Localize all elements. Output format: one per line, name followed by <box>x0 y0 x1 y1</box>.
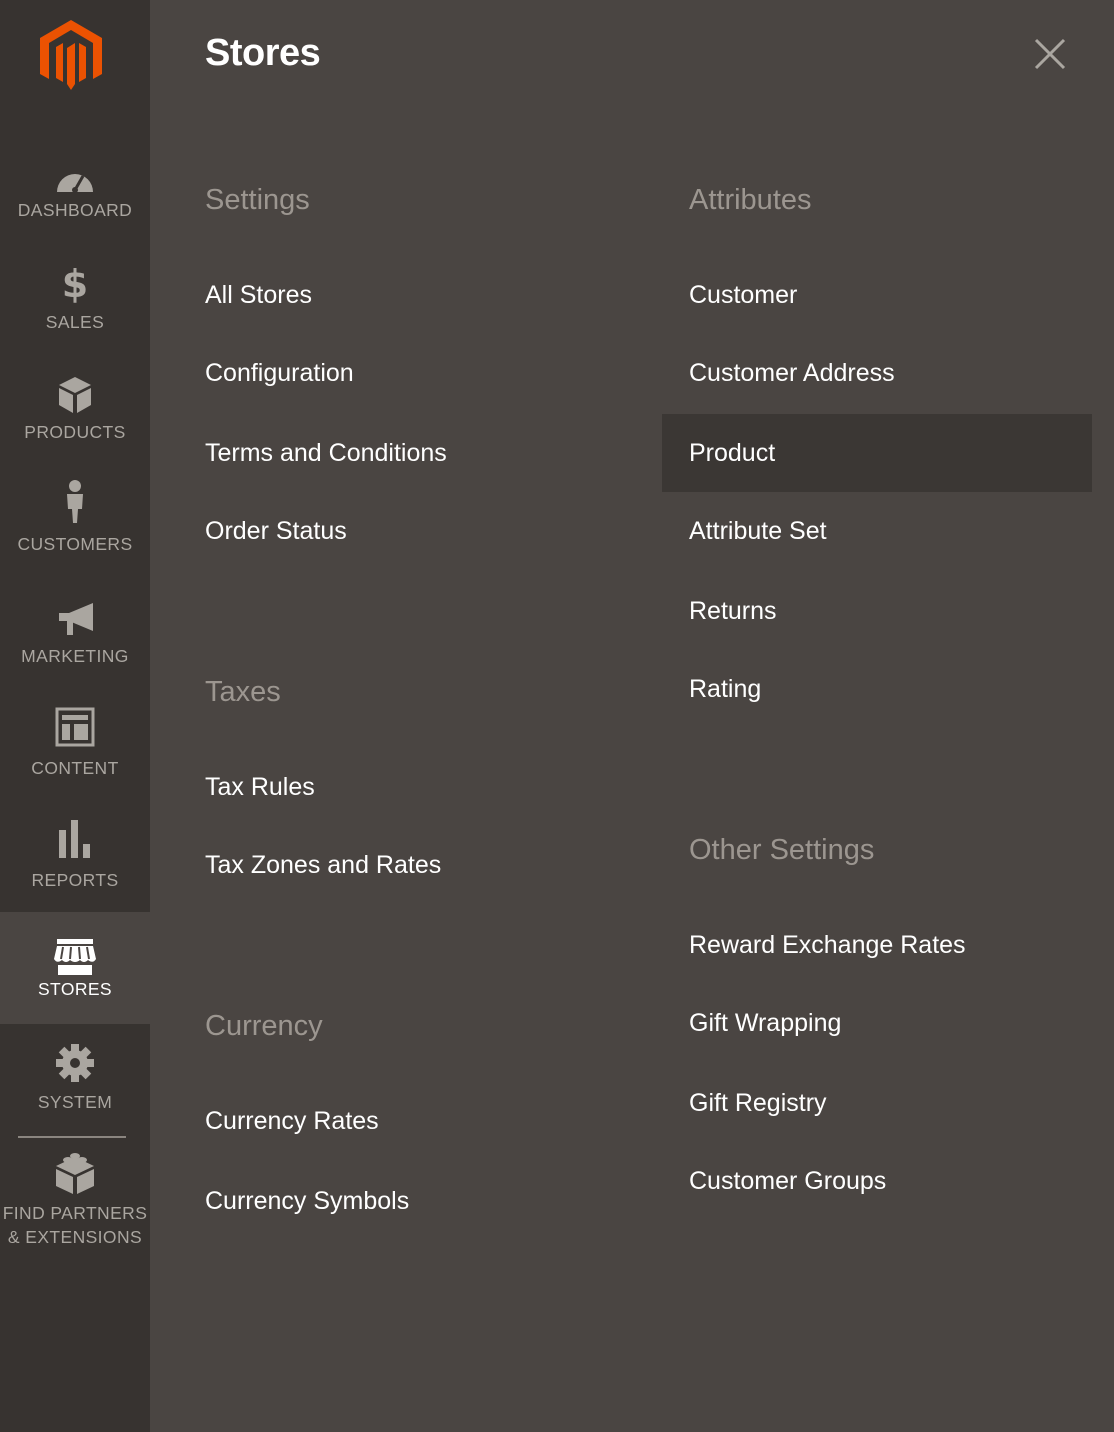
nav-marketing-label: MARKETING <box>21 646 129 666</box>
menu-link-reward-exchange-rates[interactable]: Reward Exchange Rates <box>689 930 966 960</box>
speedometer-icon <box>53 158 97 200</box>
nav-reports-label: REPORTS <box>31 870 119 890</box>
admin-sidebar: DASHBOARD $ SALES PRODUCTS CUSTOMERS MAR… <box>0 0 150 1432</box>
magento-logo[interactable] <box>38 18 104 92</box>
storefront-icon <box>53 936 97 978</box>
menu-link-configuration[interactable]: Configuration <box>205 358 354 388</box>
menu-link-currency-symbols[interactable]: Currency Symbols <box>205 1186 409 1216</box>
menu-link-attribute-set[interactable]: Attribute Set <box>689 516 827 546</box>
nav-stores[interactable]: STORES <box>0 912 150 1024</box>
nav-dashboard[interactable]: DASHBOARD <box>0 150 150 262</box>
nav-sales[interactable]: $ SALES <box>0 262 150 374</box>
menu-link-customer[interactable]: Customer <box>689 280 797 310</box>
group-title-attributes: Attributes <box>689 184 812 216</box>
menu-link-order-status[interactable]: Order Status <box>205 516 347 546</box>
menu-link-product[interactable]: Product <box>689 438 775 468</box>
nav-stores-label: STORES <box>37 979 113 999</box>
nav-products[interactable]: PRODUCTS <box>0 374 150 486</box>
megaphone-icon <box>53 598 97 640</box>
gear-icon <box>53 1042 97 1084</box>
menu-link-tax-rules[interactable]: Tax Rules <box>205 772 315 802</box>
nav-customers-label: CUSTOMERS <box>17 534 133 554</box>
menu-link-all-stores[interactable]: All Stores <box>205 280 312 310</box>
close-icon[interactable] <box>1030 34 1070 74</box>
nav-customers[interactable]: CUSTOMERS <box>0 480 150 592</box>
sidebar-divider <box>18 1136 126 1138</box>
dollar-icon: $ <box>53 262 97 304</box>
group-title-currency: Currency <box>205 1010 323 1042</box>
nav-marketing[interactable]: MARKETING <box>0 598 150 710</box>
nav-sales-label: SALES <box>45 312 105 332</box>
menu-link-terms-and-conditions[interactable]: Terms and Conditions <box>205 438 447 468</box>
menu-link-rating[interactable]: Rating <box>689 674 761 704</box>
nav-products-label: PRODUCTS <box>24 422 126 442</box>
group-title-other-settings: Other Settings <box>689 834 875 866</box>
blocks-icon <box>53 1152 97 1194</box>
layout-icon <box>53 706 97 748</box>
nav-content-label: CONTENT <box>31 758 119 778</box>
menu-link-tax-zones-and-rates[interactable]: Tax Zones and Rates <box>205 850 441 880</box>
menu-link-gift-wrapping[interactable]: Gift Wrapping <box>689 1008 841 1038</box>
group-title-settings: Settings <box>205 184 310 216</box>
nav-system-label: SYSTEM <box>37 1092 113 1112</box>
svg-text:$: $ <box>62 263 88 303</box>
panel-title: Stores <box>205 32 321 74</box>
box-icon <box>53 374 97 416</box>
menu-link-customer-groups[interactable]: Customer Groups <box>689 1166 886 1196</box>
group-title-taxes: Taxes <box>205 676 281 708</box>
nav-find-partners-label-2: & EXTENSIONS <box>7 1227 143 1247</box>
nav-find-partners[interactable]: FIND PARTNERS & EXTENSIONS <box>0 1152 150 1262</box>
nav-dashboard-label: DASHBOARD <box>17 200 133 220</box>
menu-link-currency-rates[interactable]: Currency Rates <box>205 1106 379 1136</box>
menu-link-gift-registry[interactable]: Gift Registry <box>689 1088 827 1118</box>
bar-chart-icon <box>53 818 97 860</box>
nav-content[interactable]: CONTENT <box>0 706 150 818</box>
nav-find-partners-label: FIND PARTNERS <box>2 1203 148 1223</box>
menu-link-returns[interactable]: Returns <box>689 596 777 626</box>
person-icon <box>53 480 97 523</box>
menu-link-customer-address[interactable]: Customer Address <box>689 358 895 388</box>
